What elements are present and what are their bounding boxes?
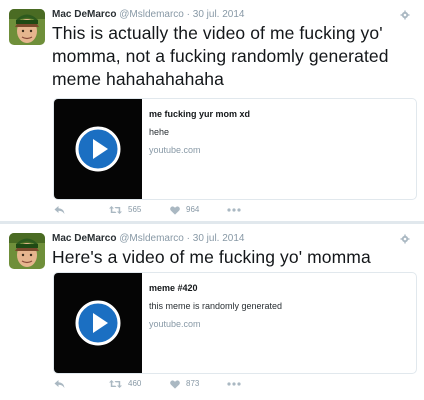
card-title[interactable]: meme #420 — [149, 281, 409, 295]
tweet-date[interactable]: 30 jul. 2014 — [193, 233, 245, 244]
separator: · — [186, 233, 190, 244]
more-icon — [227, 208, 241, 212]
play-icon[interactable] — [75, 126, 121, 172]
gear-icon[interactable] — [400, 10, 410, 20]
card-title[interactable]: me fucking yur mom xd — [149, 107, 409, 121]
tweet-text: Here's a video of me fucking yo' momma — [52, 247, 371, 267]
tweet: Mac DeMarco @Msldemarco · 30 jul. 2014 T… — [0, 0, 424, 222]
tweet: Mac DeMarco @Msldemarco · 30 jul. 2014 H… — [0, 224, 424, 400]
like-button[interactable]: 873 — [170, 377, 199, 391]
retweet-button[interactable]: 460 — [109, 377, 141, 391]
video-card[interactable]: meme #420 this meme is randomly generate… — [53, 272, 417, 374]
author-handle[interactable]: @Msldemarco — [119, 233, 184, 244]
author-handle[interactable]: @Msldemarco — [119, 9, 184, 20]
retweet-count: 565 — [128, 205, 142, 214]
reply-button[interactable] — [54, 377, 65, 391]
like-button[interactable]: 964 — [170, 203, 199, 217]
retweet-icon — [109, 380, 122, 388]
author-name[interactable]: Mac DeMarco — [52, 9, 116, 20]
like-count: 873 — [186, 379, 200, 388]
like-count: 964 — [186, 205, 200, 214]
tweet-text: This is actually the video of me fucking… — [52, 23, 389, 89]
avatar[interactable] — [9, 233, 45, 269]
retweet-icon — [109, 206, 122, 214]
card-body: meme #420 this meme is randomly generate… — [149, 281, 409, 331]
reply-icon — [54, 206, 65, 214]
video-card[interactable]: me fucking yur mom xd hehe youtube.com — [53, 98, 417, 200]
heart-icon — [170, 205, 180, 215]
more-button[interactable] — [227, 203, 241, 217]
play-icon[interactable] — [75, 300, 121, 346]
separator: · — [186, 9, 190, 20]
reply-icon — [54, 380, 65, 388]
card-domain: youtube.com — [149, 319, 201, 329]
tweet-header: Mac DeMarco @Msldemarco · 30 jul. 2014 — [52, 8, 244, 22]
card-domain: youtube.com — [149, 145, 201, 155]
tweet-header: Mac DeMarco @Msldemarco · 30 jul. 2014 — [52, 232, 244, 246]
card-description: hehe — [149, 127, 170, 137]
retweet-count: 460 — [128, 379, 142, 388]
retweet-button[interactable]: 565 — [109, 203, 141, 217]
video-thumbnail[interactable] — [54, 99, 142, 199]
more-button[interactable] — [227, 377, 241, 391]
tweet-date[interactable]: 30 jul. 2014 — [193, 9, 245, 20]
author-name[interactable]: Mac DeMarco — [52, 233, 116, 244]
card-body: me fucking yur mom xd hehe youtube.com — [149, 107, 409, 157]
card-description: this meme is randomly generated — [149, 301, 283, 311]
reply-button[interactable] — [54, 203, 65, 217]
avatar[interactable] — [9, 9, 45, 45]
heart-icon — [170, 379, 180, 389]
gear-icon[interactable] — [400, 234, 410, 244]
more-icon — [227, 382, 241, 386]
video-thumbnail[interactable] — [54, 273, 142, 373]
